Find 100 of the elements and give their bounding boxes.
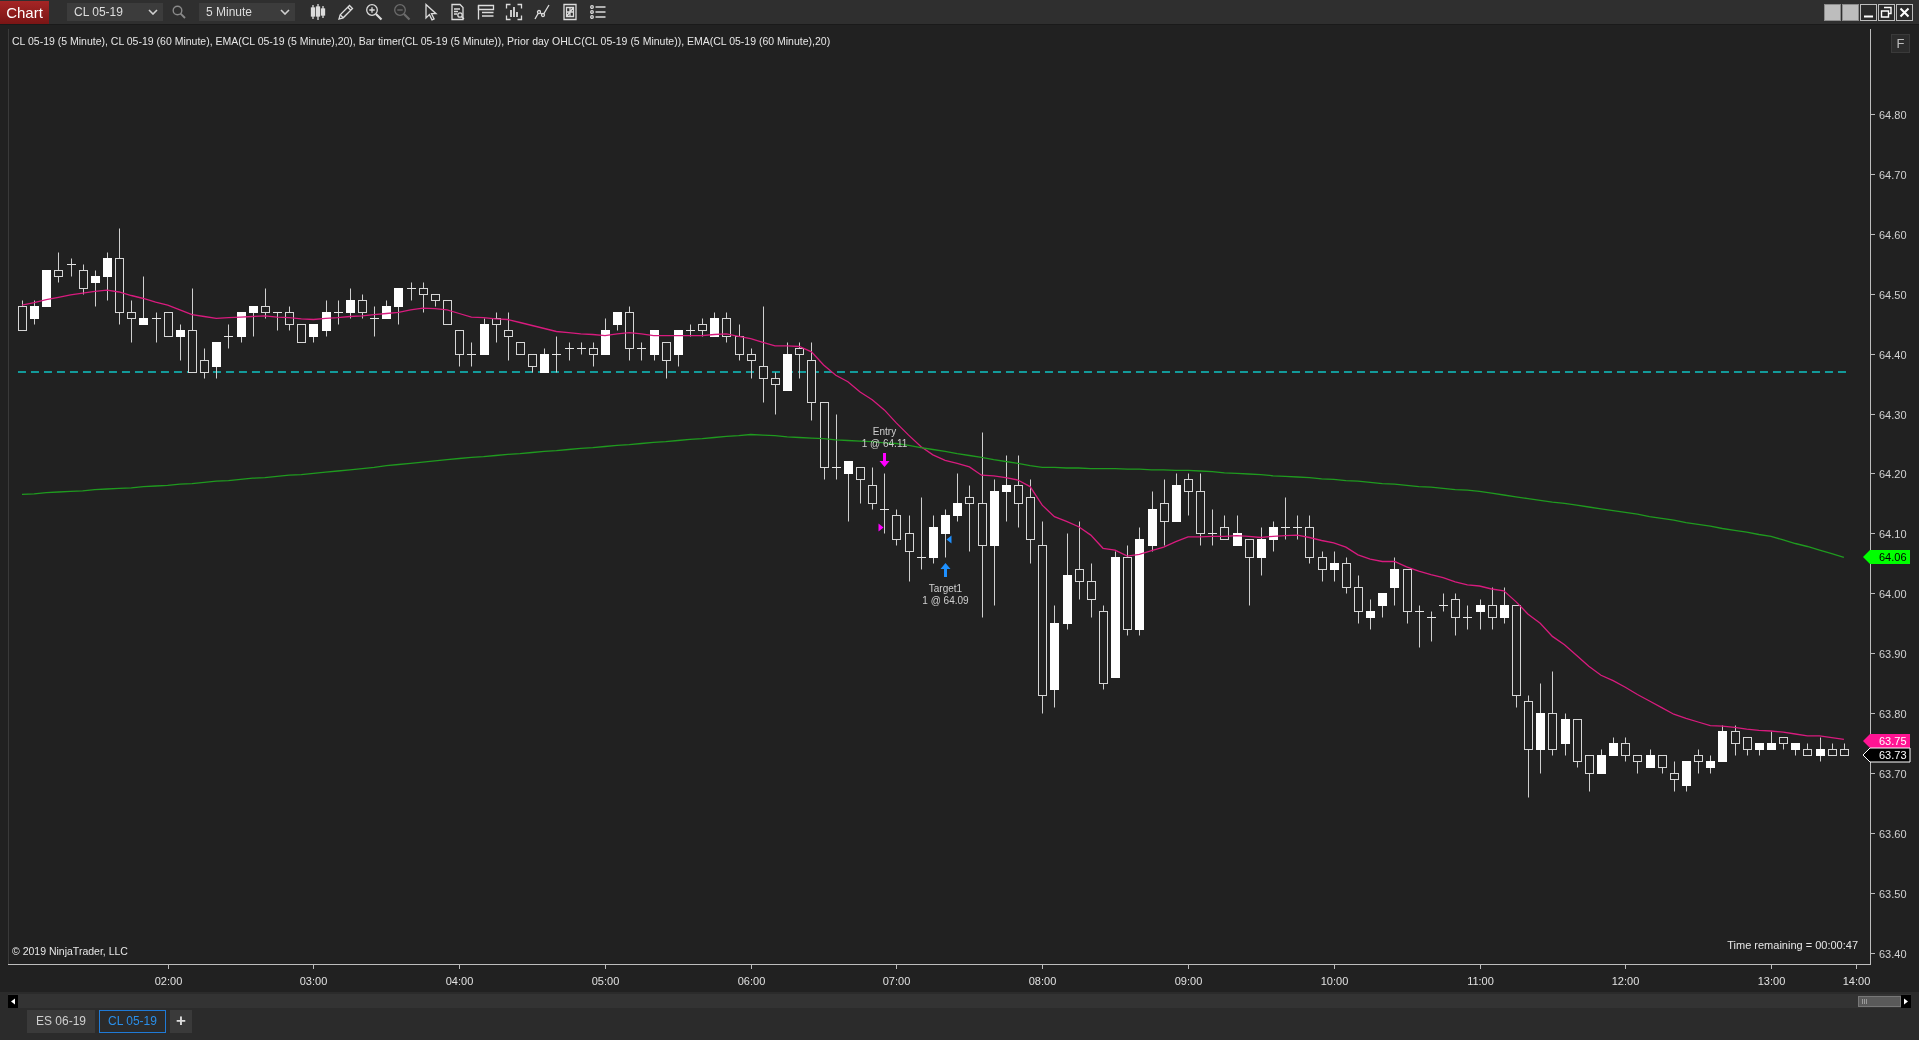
table-icon[interactable]	[477, 3, 495, 21]
interval-dropdown[interactable]: 5 Minute	[199, 3, 295, 21]
candle	[249, 306, 258, 337]
chart-button[interactable]: Chart	[0, 0, 49, 24]
add-tab-button[interactable]: +	[169, 1009, 192, 1033]
candle	[686, 324, 695, 337]
candle	[54, 252, 63, 283]
candle	[905, 515, 914, 582]
price-axis-label: 64.30	[1879, 408, 1907, 421]
candle	[1330, 551, 1339, 582]
blank-square-icon[interactable]	[1824, 3, 1841, 21]
candlestick-icon[interactable]	[309, 3, 327, 21]
candle	[1002, 455, 1011, 522]
candle	[1233, 515, 1242, 546]
candle	[1160, 479, 1169, 546]
instrument-dropdown[interactable]: CL 05-19	[67, 3, 163, 21]
candle	[1378, 593, 1387, 618]
candle	[1670, 761, 1679, 792]
candle	[346, 288, 355, 319]
scrollbar-thumb[interactable]	[1858, 995, 1901, 1007]
candle	[455, 330, 464, 367]
candle	[1767, 731, 1776, 750]
price-axis-label: 63.70	[1879, 767, 1907, 780]
candle	[674, 330, 683, 367]
close-icon[interactable]	[1896, 3, 1913, 21]
price-axis-label: 63.60	[1879, 827, 1907, 840]
candle	[1403, 569, 1412, 624]
candle	[1488, 587, 1497, 630]
triangle-icon	[878, 523, 884, 532]
scrollbar[interactable]	[8, 994, 1911, 1008]
instrument-tab[interactable]: ES 06-19	[27, 1009, 96, 1033]
candle	[771, 372, 780, 415]
candle	[1816, 737, 1825, 762]
candle	[1561, 713, 1570, 756]
candle	[1755, 743, 1764, 756]
candle	[139, 276, 148, 325]
candle	[1245, 539, 1254, 606]
candle	[892, 509, 901, 546]
candle	[868, 467, 877, 510]
candle	[1500, 587, 1509, 624]
zoom-in-icon[interactable]	[365, 3, 383, 21]
list-icon[interactable]	[589, 3, 607, 21]
candle	[650, 330, 659, 361]
time-axis-label: 10:00	[1320, 975, 1349, 987]
candle	[1087, 563, 1096, 618]
time-axis-label: 09:00	[1174, 975, 1203, 987]
time-axis-label: 12:00	[1611, 975, 1640, 987]
instrument-tab[interactable]: CL 05-19	[99, 1009, 166, 1033]
candle	[1184, 473, 1193, 516]
candle	[662, 342, 671, 379]
price-axis-label: 63.40	[1879, 947, 1907, 960]
candle	[783, 342, 792, 391]
candle	[504, 312, 513, 361]
price-axis-label: 63.50	[1879, 887, 1907, 900]
search-icon[interactable]	[172, 5, 186, 19]
candle	[1427, 611, 1436, 642]
candle	[577, 342, 586, 355]
candle	[856, 467, 865, 504]
candle	[1573, 719, 1582, 768]
caret-icon	[148, 9, 158, 15]
candle	[1718, 725, 1727, 762]
candle	[1208, 509, 1217, 546]
candle	[1633, 755, 1642, 774]
restore-icon[interactable]	[1878, 3, 1895, 21]
candle	[1694, 749, 1703, 774]
candle	[613, 312, 622, 331]
candle	[200, 348, 209, 379]
document-search-icon[interactable]	[449, 3, 467, 21]
blank-square-icon[interactable]	[1842, 3, 1859, 21]
candle	[528, 354, 537, 373]
time-axis-label: 08:00	[1028, 975, 1057, 987]
candle	[1585, 755, 1594, 792]
candle	[941, 509, 950, 558]
candle	[516, 342, 525, 355]
candle	[625, 306, 634, 361]
candle	[589, 342, 598, 367]
price-axis-label: 64.20	[1879, 467, 1907, 480]
candle	[1840, 743, 1849, 756]
candle	[1318, 551, 1327, 582]
price-axis-label: 63.80	[1879, 707, 1907, 720]
up-arrow-icon	[940, 563, 951, 577]
candle	[1706, 755, 1715, 774]
price-marker: 63.75	[1863, 734, 1910, 748]
pencil-icon[interactable]	[337, 3, 355, 21]
candle	[747, 348, 756, 379]
minimize-icon[interactable]	[1860, 3, 1877, 21]
f-button[interactable]: F	[1891, 34, 1910, 53]
time-axis-label: 04:00	[445, 975, 474, 987]
candle	[1305, 515, 1314, 564]
price-axis-label: 64.80	[1879, 108, 1907, 121]
document-grid-icon[interactable]	[561, 3, 579, 21]
candle	[237, 312, 246, 343]
candle	[1281, 497, 1290, 540]
candle	[297, 324, 306, 343]
line-chart-icon[interactable]	[533, 3, 551, 21]
price-axis-label: 64.60	[1879, 228, 1907, 241]
price-axis-label: 64.00	[1879, 587, 1907, 600]
candle	[431, 294, 440, 307]
candle	[965, 485, 974, 552]
bracket-bars-icon[interactable]	[505, 3, 523, 21]
